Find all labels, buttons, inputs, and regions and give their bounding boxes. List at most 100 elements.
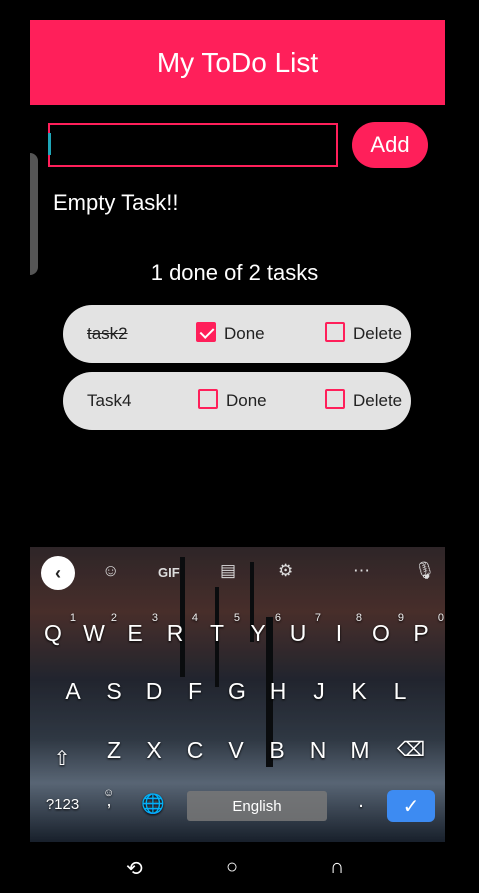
key-b[interactable]: B <box>262 737 292 764</box>
key-label: A <box>65 678 81 704</box>
done-checkbox[interactable] <box>198 389 218 409</box>
delete-checkbox[interactable] <box>325 322 345 342</box>
back-icon[interactable]: ‹ <box>41 556 75 590</box>
key-label: Q <box>44 620 62 646</box>
done-checkbox[interactable] <box>196 322 216 342</box>
done-label: Done <box>224 324 265 343</box>
key-label: F <box>187 678 203 704</box>
key-r[interactable]: R4 <box>160 612 198 647</box>
key-v[interactable]: V <box>221 737 251 764</box>
key-g[interactable]: G <box>222 678 252 705</box>
keyboard-toolbar: ‹ ☺ GIF ▤ ⚙ ⋯ 🎙 <box>30 547 445 599</box>
delete-checkbox[interactable] <box>325 389 345 409</box>
app-title: My ToDo List <box>156 46 319 78</box>
mic-icon[interactable]: 🎙 <box>414 561 436 581</box>
recent-apps-icon[interactable]: ⟲ <box>126 856 143 881</box>
error-message: Empty Task!! <box>53 190 179 215</box>
key-hint: 7 <box>314 612 321 624</box>
gif-icon[interactable]: GIF <box>158 565 180 580</box>
period-key[interactable]: . <box>346 790 376 813</box>
key-hint: 2 <box>110 612 117 624</box>
task-row: task2 Done Delete <box>63 305 411 363</box>
key-n[interactable]: N <box>303 737 333 764</box>
key-label: U <box>289 620 307 646</box>
task-name: Task4 <box>87 391 132 410</box>
task-row: Task4 Done Delete <box>63 372 411 430</box>
key-p[interactable]: P0 <box>406 612 444 647</box>
key-d[interactable]: D <box>139 678 169 705</box>
key-label: J <box>313 678 325 704</box>
key-z[interactable]: Z <box>99 737 129 764</box>
shift-key[interactable]: ⇧ <box>47 746 77 771</box>
key-label: M <box>350 737 370 763</box>
back-icon[interactable]: ∩ <box>330 856 344 879</box>
key-e[interactable]: E3 <box>120 612 158 647</box>
task-input-box[interactable] <box>48 123 338 167</box>
check-icon: ✓ <box>402 795 420 818</box>
key-label: C <box>186 737 204 763</box>
edge-panel-handle[interactable] <box>30 153 38 275</box>
key-l[interactable]: L <box>385 678 415 705</box>
key-hint: 0 <box>437 612 444 624</box>
gear-icon[interactable]: ⚙ <box>278 561 293 581</box>
key-t[interactable]: T5 <box>202 612 240 647</box>
key-hint: 4 <box>191 612 198 624</box>
key-o[interactable]: O9 <box>366 612 404 647</box>
key-hint: 5 <box>233 612 240 624</box>
globe-icon[interactable]: 🌐 <box>138 792 168 816</box>
key-label: W <box>83 620 105 646</box>
key-label: H <box>269 678 287 704</box>
key-c[interactable]: C <box>180 737 210 764</box>
app-header: My ToDo List <box>30 20 445 105</box>
key-label: S <box>106 678 122 704</box>
key-label: O <box>372 620 390 646</box>
key-label: K <box>351 678 367 704</box>
key-label: B <box>269 737 285 763</box>
backspace-key[interactable]: ⌫ <box>396 737 426 762</box>
key-hint: 1 <box>69 612 76 624</box>
key-m[interactable]: M <box>345 737 375 764</box>
key-hint: 3 <box>151 612 158 624</box>
clipboard-icon[interactable]: ▤ <box>220 561 236 581</box>
task-name: task2 <box>87 324 128 343</box>
key-label: Y <box>250 620 266 646</box>
key-hint: 8 <box>355 612 362 624</box>
emoji-icon: ☺ <box>103 787 115 799</box>
key-f[interactable]: F <box>180 678 210 705</box>
space-label: English <box>232 797 282 815</box>
home-icon[interactable]: ○ <box>226 856 238 879</box>
key-a[interactable]: A <box>58 678 88 705</box>
symbols-key[interactable]: ?123 <box>40 796 85 813</box>
key-label: R <box>166 620 184 646</box>
done-label: Done <box>226 391 267 410</box>
key-i[interactable]: I8 <box>324 612 362 647</box>
add-button[interactable]: Add <box>352 122 428 168</box>
sticker-icon[interactable]: ☺ <box>102 561 119 581</box>
key-q[interactable]: Q1 <box>38 612 76 647</box>
key-y[interactable]: Y6 <box>243 612 281 647</box>
enter-key[interactable]: ✓ <box>387 790 435 822</box>
key-h[interactable]: H <box>263 678 293 705</box>
key-u[interactable]: U7 <box>283 612 321 647</box>
delete-label: Delete <box>353 391 403 410</box>
more-icon[interactable]: ⋯ <box>353 561 370 581</box>
key-hint: 9 <box>397 612 404 624</box>
key-label: L <box>393 678 407 704</box>
key-s[interactable]: S <box>99 678 129 705</box>
key-label: X <box>146 737 162 763</box>
soft-keyboard: ‹ ☺ GIF ▤ ⚙ ⋯ 🎙 Q1W2E3R4T5Y6U7I8O9P0 ASD… <box>30 547 445 842</box>
key-w[interactable]: W2 <box>79 612 117 647</box>
task-input[interactable] <box>50 125 336 165</box>
key-label: E <box>127 620 143 646</box>
key-k[interactable]: K <box>344 678 374 705</box>
navigation-bar: ⟲ ○ ∩ <box>0 842 479 893</box>
key-x[interactable]: X <box>139 737 169 764</box>
add-button-label: Add <box>370 132 410 157</box>
space-key[interactable]: English <box>187 791 327 821</box>
key-label: P <box>413 620 429 646</box>
key-label: T <box>209 620 225 646</box>
comma-key[interactable]: ☺ , <box>99 787 119 811</box>
key-j[interactable]: J <box>304 678 334 705</box>
delete-label: Delete <box>353 324 403 343</box>
text-cursor-handle <box>48 133 51 155</box>
